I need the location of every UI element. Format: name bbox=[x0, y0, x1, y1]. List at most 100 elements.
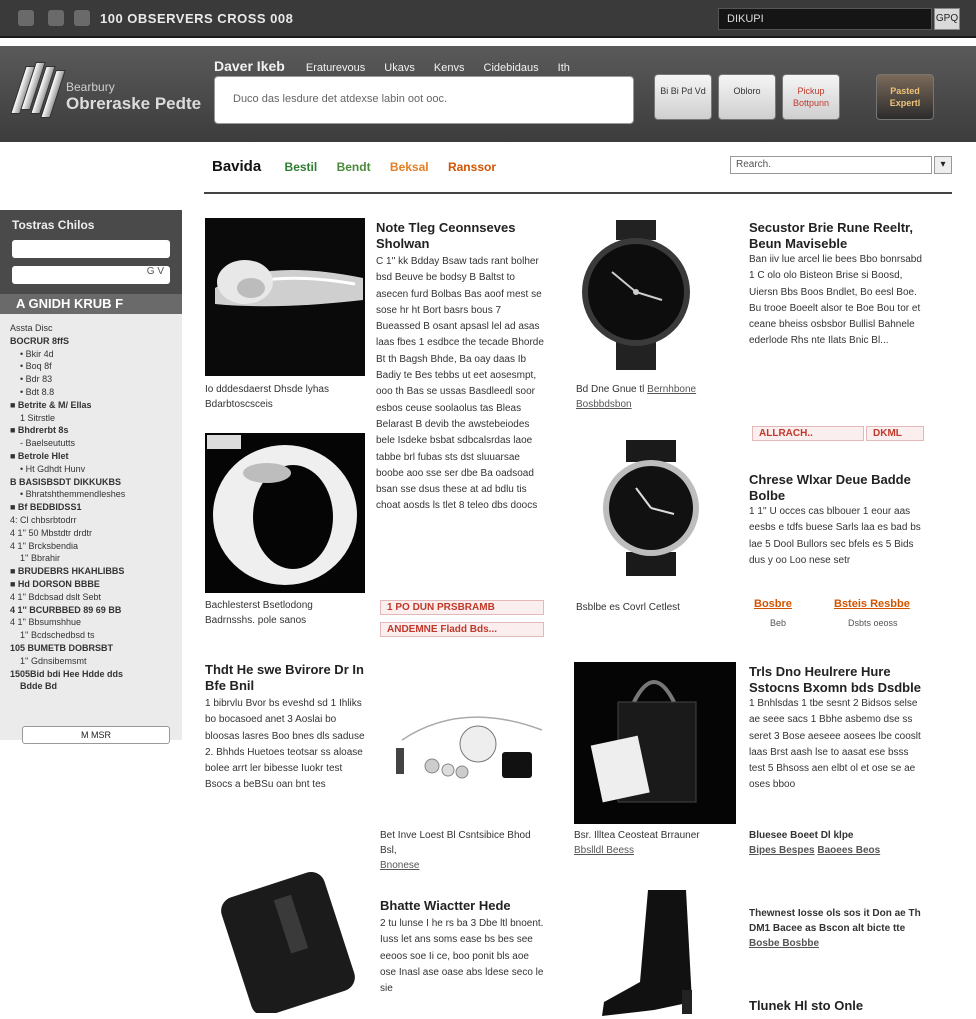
product-title[interactable]: Bhatte Wiactter Hede bbox=[380, 898, 546, 914]
sidebar-item[interactable]: 1505Bid bdi Hee Hdde dds bbox=[10, 668, 182, 681]
nav-item[interactable]: Ith bbox=[558, 62, 570, 74]
product-image-jewelry[interactable] bbox=[382, 700, 546, 800]
sidebar-item[interactable]: B BASISBSDT DIKKUKBS bbox=[10, 476, 182, 489]
caption-text: Thewnest Iosse ols sos it Don ae Th DM1 … bbox=[749, 908, 921, 934]
logo-icon[interactable] bbox=[10, 62, 66, 118]
caption-text: Bd Dne Gnue tl bbox=[576, 384, 645, 395]
product-image-knife[interactable] bbox=[205, 218, 365, 376]
nav-item[interactable]: Ukavs bbox=[384, 62, 415, 74]
sidebar-item[interactable]: 1 Sitrstle bbox=[10, 412, 182, 425]
product-image-watch[interactable] bbox=[576, 220, 696, 370]
sidebar-item[interactable]: 1'' Gdnsibemsmt bbox=[10, 655, 182, 668]
product-description: 1 Bnhlsdas 1 tbe sesnt 2 Bidsos selse ae… bbox=[749, 698, 921, 791]
header-button-1[interactable]: Bi Bi Pd Vd bbox=[654, 74, 712, 120]
sidebar-item[interactable]: • Ht Gdhdt Hunv bbox=[10, 463, 182, 476]
promo-label[interactable]: 1 PO DUN PRSBRAMB bbox=[380, 600, 544, 615]
product-caption: Bsblbe es Covrl Cetlest bbox=[576, 602, 680, 613]
sidebar-item[interactable]: BOCRUR 8ffS bbox=[10, 335, 182, 348]
product-title[interactable]: Secustor Brie Rune Reeltr, Beun Mavisebl… bbox=[749, 220, 925, 252]
top-search-input[interactable]: DIKUPI bbox=[718, 8, 932, 30]
sidebar-input-2[interactable]: G V bbox=[12, 266, 170, 284]
nav-main[interactable]: Daver Ikeb bbox=[214, 58, 285, 74]
sidebar-item[interactable]: • Bdr 83 bbox=[10, 373, 182, 386]
sidebar-section-header: A GNIDH KRUB F bbox=[0, 294, 182, 314]
product-image-watch[interactable] bbox=[596, 440, 706, 576]
caption-text: Bet Inve Loest Bl Csntsibice Bhod Bsl, bbox=[380, 830, 531, 856]
product-title[interactable]: Note Tleg Ceonnseves Sholwan bbox=[376, 220, 546, 252]
caption-text: Bsr. Illtea Ceosteat Brrauner bbox=[574, 830, 700, 841]
tab-3[interactable]: Beksal bbox=[390, 160, 429, 174]
product-image-bag[interactable] bbox=[574, 662, 736, 824]
sidebar-list: Assta Disc BOCRUR 8ffS • Bkir 4d • Boq 8f • … bbox=[0, 314, 182, 693]
product-title[interactable]: Trls Dno Heulrere Hure Sstocns Bxomn bds… bbox=[749, 664, 925, 696]
promo-link[interactable]: Bsteis Resbbe bbox=[834, 598, 910, 610]
header-button-3[interactable]: Pickup Bottpunn bbox=[782, 74, 840, 120]
tab-1[interactable]: Bestil bbox=[285, 160, 318, 174]
product-image-boot[interactable] bbox=[594, 886, 706, 1016]
product-image-wallet[interactable] bbox=[218, 868, 358, 1013]
sidebar-item[interactable]: ■ Betrole Hlet bbox=[10, 450, 182, 463]
sidebar-item[interactable]: • Bhratshthemmendleshes bbox=[10, 488, 182, 501]
header-button-2[interactable]: Obloro bbox=[718, 74, 776, 120]
tab-2[interactable]: Bendt bbox=[337, 160, 371, 174]
product-link[interactable]: Bosbbdsbon bbox=[576, 399, 632, 410]
product-caption: Io dddesdaerst Dhsde lyhas Bdarbtoscscei… bbox=[205, 384, 329, 410]
sidebar-item[interactable]: Assta Disc bbox=[10, 322, 182, 335]
sidebar-item[interactable]: 105 BUMETB DOBRSBT bbox=[10, 642, 182, 655]
settings-icon[interactable] bbox=[74, 10, 90, 26]
promo-label[interactable]: DKML bbox=[866, 426, 924, 441]
product-title[interactable]: Tlunek Hl sto Onle bbox=[749, 998, 925, 1014]
sidebar-item[interactable]: • Bkir 4d bbox=[10, 348, 182, 361]
promo-label[interactable]: ALLRACH.. bbox=[752, 426, 864, 441]
sidebar-item[interactable]: ■ Betrite & M/ Ellas bbox=[10, 399, 182, 412]
sidebar-title: Tostras Chilos bbox=[12, 218, 95, 232]
product-caption: Bsr. Illtea Ceosteat Brrauner Bbslldl Be… bbox=[574, 828, 740, 858]
sidebar-item[interactable]: 4 1'' Brcksbendia bbox=[10, 540, 182, 553]
product-link[interactable]: Bernhbone bbox=[647, 384, 696, 395]
brand-name[interactable]: Obreraske Pedte bbox=[66, 94, 201, 114]
sidebar-item[interactable]: • Boq 8f bbox=[10, 360, 182, 373]
product-caption: Bd Dne Gnue tl Bernhbone Bosbbdsbon bbox=[576, 382, 736, 412]
sidebar-item[interactable]: 4 1'' Bdcbsad dslt Sebt bbox=[10, 591, 182, 604]
product-link[interactable]: Bipes Bespes bbox=[749, 845, 815, 856]
product-link[interactable]: Bnonese bbox=[380, 860, 419, 871]
sidebar-button[interactable]: M MSR bbox=[22, 726, 170, 744]
sidebar-item[interactable]: ■ Bhdrerbt 8s bbox=[10, 424, 182, 437]
product-title[interactable]: Thdt He swe Bvirore Dr In Bfe Bnil bbox=[205, 662, 365, 694]
main-search-input[interactable]: Duco das lesdure det atdexse labin oot o… bbox=[214, 76, 634, 124]
product-caption: Bachlesterst Bsetlodong Badrnsshs. pole … bbox=[205, 600, 313, 626]
sidebar-input-1[interactable] bbox=[12, 240, 170, 258]
product-image-bangle[interactable] bbox=[205, 433, 365, 593]
top-bar: 100 OBSERVERS CROSS 008 DIKUPI GPQ bbox=[0, 0, 976, 38]
sidebar-item[interactable]: 1'' Bcdschedbsd ts bbox=[10, 629, 182, 642]
product-link[interactable]: Baoees Beos bbox=[817, 845, 880, 856]
sidebar-item[interactable]: • Bdt 8.8 bbox=[10, 386, 182, 399]
sidebar-item[interactable]: ■ Bf BEDBIDSS1 bbox=[10, 501, 182, 514]
product-title[interactable]: Chrese Wlxar Deue Badde Bolbe bbox=[749, 472, 925, 504]
sidebar-item[interactable]: Bdde Bd bbox=[10, 680, 182, 693]
sidebar-item[interactable]: - Baelseututts bbox=[10, 437, 182, 450]
app-icon[interactable] bbox=[18, 10, 34, 26]
top-search-button[interactable]: GPQ bbox=[934, 8, 960, 30]
promo-link[interactable]: Bosbre bbox=[754, 598, 792, 610]
sidebar-item[interactable]: 4 1'' 50 Mbstdtr drdtr bbox=[10, 527, 182, 540]
nav-item[interactable]: Cidebidaus bbox=[484, 62, 539, 74]
nav-item[interactable]: Eraturevous bbox=[306, 62, 365, 74]
sidebar-item[interactable]: 4 1'' BCURBBED 89 69 BB bbox=[10, 604, 182, 617]
sidebar-item[interactable]: ■ Hd DORSON BBBE bbox=[10, 578, 182, 591]
sidebar-item[interactable]: 4: Cl chbsrbtodrr bbox=[10, 514, 182, 527]
chevron-down-icon[interactable]: ▾ bbox=[934, 156, 952, 174]
tab-4[interactable]: Ranssor bbox=[448, 160, 496, 174]
product-link[interactable]: Bbslldl Beess bbox=[574, 845, 634, 856]
promo-label[interactable]: ANDEMNE Fladd Bds... bbox=[380, 622, 544, 637]
sidebar-item[interactable]: ■ BRUDEBRS HKAHLIBBS bbox=[10, 565, 182, 578]
tab-bar: Bavida Bestil Bendt Beksal Ranssor bbox=[212, 158, 512, 175]
header-button-4[interactable]: Pasted Expertl bbox=[876, 74, 934, 120]
camera-icon[interactable] bbox=[48, 10, 64, 26]
sidebar-item[interactable]: 4 1'' Bbsumshhue bbox=[10, 616, 182, 629]
product-link[interactable]: Bosbe Bosbbe bbox=[749, 938, 819, 949]
site-search-input[interactable]: Rearch. bbox=[730, 156, 932, 174]
sidebar-item[interactable]: 1'' Bbrahir bbox=[10, 552, 182, 565]
tab-home[interactable]: Bavida bbox=[212, 158, 261, 175]
nav-item[interactable]: Kenvs bbox=[434, 62, 465, 74]
